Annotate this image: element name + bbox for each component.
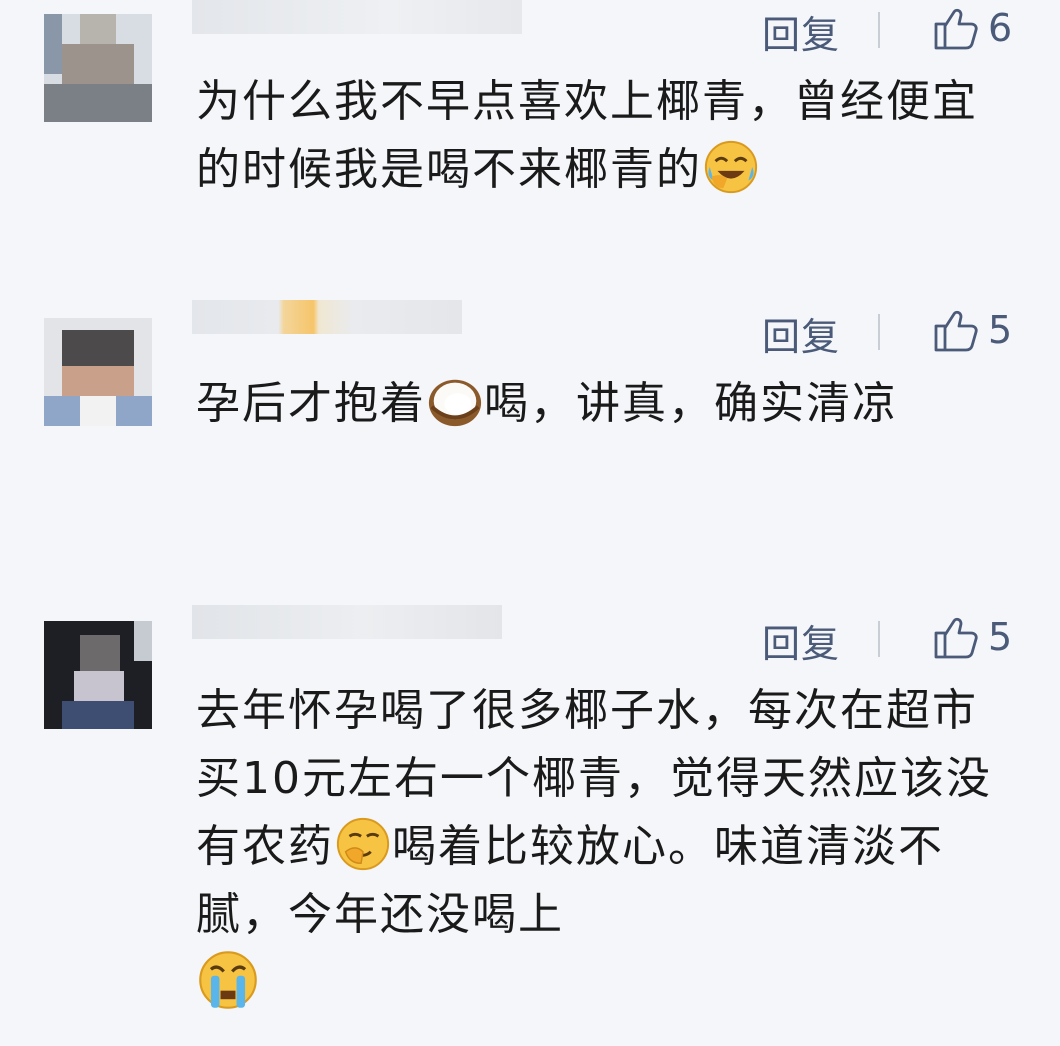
like-count: 5 <box>988 615 1013 659</box>
comment-item: 回复 6 为什么我不早点喜欢上椰青，曾经便宜的时候我是喝不来椰青的 <box>0 0 1060 250</box>
thumbs-up-icon[interactable] <box>930 611 982 663</box>
username-blurred[interactable] <box>192 300 462 334</box>
like-count: 5 <box>988 308 1013 352</box>
thumbs-up-icon[interactable] <box>930 2 982 54</box>
comment-item: 回复 5 去年怀孕喝了很多椰子水，每次在超市买10元左右一个椰青，觉得天然应该没… <box>0 605 1060 1046</box>
comment-text: 去年怀孕喝了很多椰子水，每次在超市买10元左右一个椰青，觉得天然应该没有农药 喝… <box>196 677 1016 1017</box>
reply-button[interactable]: 回复 <box>762 613 840 668</box>
reply-button[interactable]: 回复 <box>762 4 840 59</box>
comment-actions: 回复 5 <box>730 304 1060 364</box>
divider <box>878 12 880 48</box>
comment-item: 回复 5 孕后才抱着 喝，讲真，确实清凉 <box>0 300 1060 550</box>
avatar[interactable] <box>44 318 152 426</box>
laugh-cry-emoji <box>704 140 758 194</box>
avatar[interactable] <box>44 621 152 729</box>
username-blurred[interactable] <box>192 605 502 639</box>
divider <box>878 314 880 350</box>
coconut-emoji <box>428 379 482 427</box>
like-count: 6 <box>988 6 1013 50</box>
comment-text: 孕后才抱着 喝，讲真，确实清凉 <box>196 370 976 438</box>
comment-actions: 回复 6 <box>730 2 1060 62</box>
comment-text: 为什么我不早点喜欢上椰青，曾经便宜的时候我是喝不来椰青的 <box>196 68 1016 204</box>
username-blurred[interactable] <box>192 0 522 34</box>
thumbs-up-icon[interactable] <box>930 304 982 356</box>
avatar[interactable] <box>44 14 152 122</box>
comment-text-part: 为什么我不早点喜欢上椰青，曾经便宜的时候我是喝不来椰青的 <box>196 76 978 195</box>
comment-text-part: 孕后才抱着 <box>196 378 426 429</box>
smirk-emoji <box>336 817 390 871</box>
reply-button[interactable]: 回复 <box>762 306 840 361</box>
crying-emoji <box>199 951 257 1009</box>
comment-actions: 回复 5 <box>730 611 1060 671</box>
comment-text-part: 喝，讲真，确实清凉 <box>484 378 898 429</box>
divider <box>878 621 880 657</box>
